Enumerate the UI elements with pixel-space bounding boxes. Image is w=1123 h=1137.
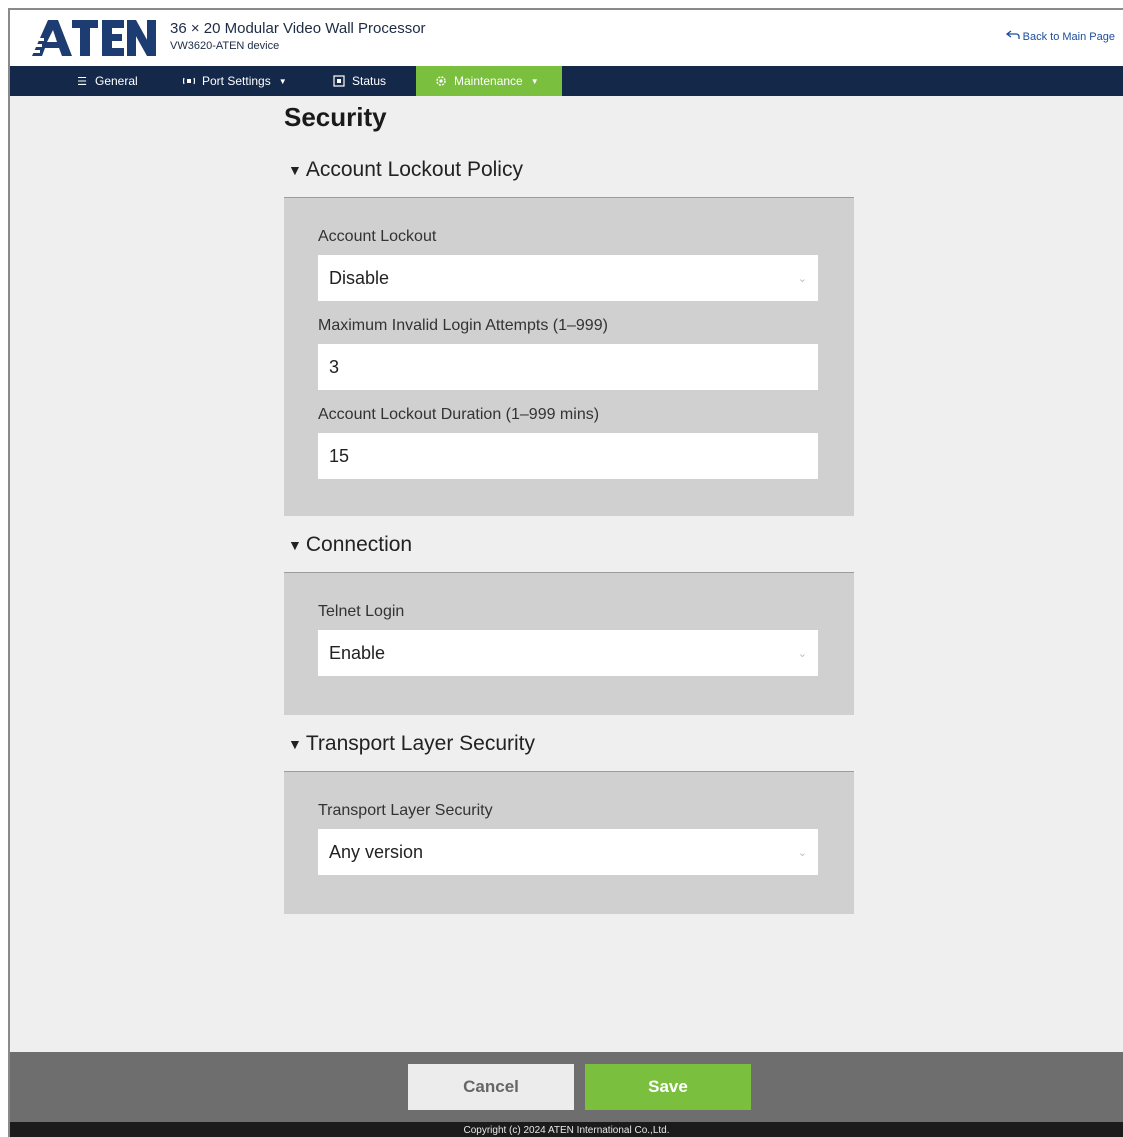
nav-item-general[interactable]: ☰ General	[10, 66, 168, 96]
select-value: Any version	[329, 841, 424, 862]
triangle-down-icon: ▼	[288, 537, 302, 553]
max-login-attempts-input[interactable]: 3	[318, 344, 818, 390]
back-to-main-link[interactable]: Back to Main Page	[1005, 30, 1115, 43]
triangle-down-icon: ▼	[288, 162, 302, 178]
cancel-button[interactable]: Cancel	[408, 1064, 574, 1110]
connection-panel: Telnet Login Enable ⌄	[284, 572, 854, 715]
gear-icon	[434, 74, 448, 88]
field-label: Telnet Login	[318, 603, 405, 620]
section-title: Transport Layer Security	[305, 732, 536, 755]
telnet-login-select[interactable]: Enable ⌄	[318, 630, 818, 676]
port-icon	[182, 74, 196, 88]
input-value: 15	[329, 445, 350, 466]
nav-item-port-settings[interactable]: Port Settings ▼	[168, 66, 318, 96]
section-toggle-connection[interactable]: ▼ Connection	[288, 533, 412, 557]
nav-label-status: Status	[352, 74, 387, 88]
nav-label-maintenance: Maintenance	[454, 74, 523, 88]
tls-version-select[interactable]: Any version ⌄	[318, 829, 818, 875]
chevron-down-icon: ▼	[278, 76, 287, 86]
nav-label-port-settings: Port Settings	[202, 74, 271, 88]
account-lockout-select[interactable]: Disable ⌄	[318, 255, 818, 301]
lockout-duration-input[interactable]: 15	[318, 433, 818, 479]
field-label: Maximum Invalid Login Attempts (1–999)	[318, 317, 608, 334]
select-value: Enable	[329, 642, 386, 663]
chevron-down-icon: ▼	[530, 76, 539, 86]
triangle-down-icon: ▼	[288, 736, 302, 752]
field-label: Account Lockout	[318, 228, 437, 245]
action-bar: Cancel Save	[10, 1052, 1123, 1122]
tls-panel: Transport Layer Security Any version ⌄	[284, 771, 854, 914]
title-block: 36 × 20 Modular Video Wall Processor VW3…	[170, 20, 426, 52]
app-frame: 36 × 20 Modular Video Wall Processor VW3…	[8, 8, 1123, 1137]
back-link-label: Back to Main Page	[1022, 30, 1115, 43]
app-subtitle: VW3620-ATEN device	[170, 40, 280, 52]
nav-item-status[interactable]: Status	[318, 66, 416, 96]
top-nav: ☰ General Port Settings ▼ Status Mainten…	[10, 66, 1123, 96]
return-arrow-icon	[1005, 30, 1020, 43]
page-title: Security	[284, 102, 387, 132]
input-value: 3	[329, 356, 340, 377]
save-button[interactable]: Save	[585, 1064, 751, 1110]
status-icon	[332, 74, 346, 88]
aten-logo	[28, 16, 158, 62]
list-icon: ☰	[77, 75, 87, 88]
app-title: 36 × 20 Modular Video Wall Processor	[170, 20, 426, 37]
field-label: Account Lockout Duration (1–999 mins)	[318, 406, 600, 423]
header: 36 × 20 Modular Video Wall Processor VW3…	[10, 10, 1123, 66]
copyright-footer: Copyright (c) 2024 ATEN International Co…	[10, 1122, 1123, 1137]
chevron-down-icon: ⌄	[797, 272, 807, 285]
nav-item-maintenance[interactable]: Maintenance ▼	[416, 66, 562, 96]
field-label: Transport Layer Security	[318, 802, 493, 819]
section-toggle-account-lockout[interactable]: ▼ Account Lockout Policy	[288, 158, 523, 182]
select-value: Disable	[329, 267, 390, 288]
section-title: Account Lockout Policy	[305, 158, 523, 181]
section-title: Connection	[305, 533, 413, 556]
chevron-down-icon: ⌄	[797, 846, 807, 859]
section-toggle-tls[interactable]: ▼ Transport Layer Security	[288, 732, 535, 756]
account-lockout-panel: Account Lockout Disable ⌄ Maximum Invali…	[284, 197, 854, 516]
nav-label-general: General	[95, 74, 138, 88]
chevron-down-icon: ⌄	[797, 647, 807, 660]
